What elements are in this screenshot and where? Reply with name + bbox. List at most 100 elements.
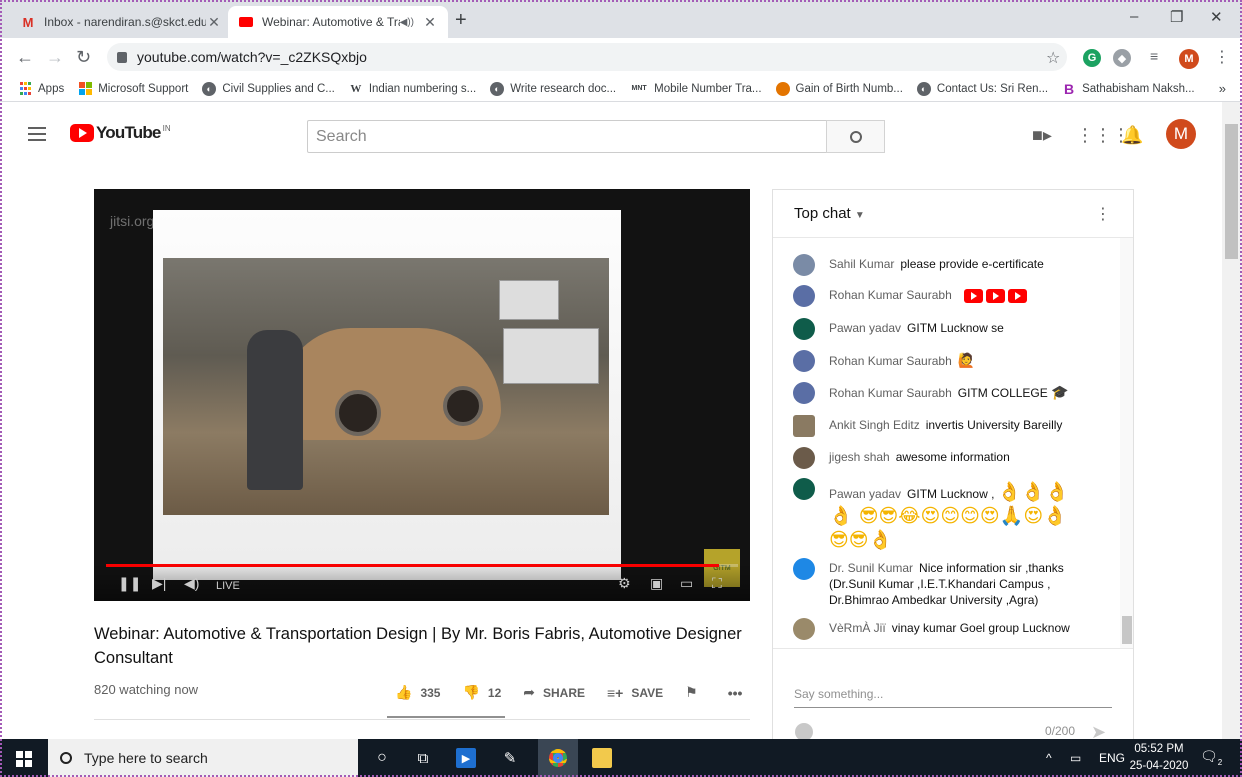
- bookmark-contact-us[interactable]: ◐ Contact Us: Sri Ren...: [916, 81, 1048, 96]
- hamburger-menu-icon[interactable]: [28, 127, 46, 141]
- more-actions-button[interactable]: •••: [728, 685, 751, 701]
- chat-author[interactable]: jigesh shah: [829, 450, 890, 464]
- account-avatar[interactable]: M: [1166, 119, 1196, 149]
- avatar[interactable]: [793, 558, 815, 580]
- report-flag-button[interactable]: ⚑: [685, 684, 706, 701]
- chat-text: GITM COLLEGE: [957, 386, 1048, 400]
- tab-youtube-webinar[interactable]: Webinar: Automotive & Tran ◀)) ✕: [228, 6, 448, 38]
- avatar[interactable]: [793, 285, 815, 307]
- chat-author[interactable]: VèRmÀ Jiï: [829, 621, 886, 635]
- avatar[interactable]: [793, 415, 815, 437]
- extension-icon[interactable]: ◆: [1113, 49, 1131, 67]
- audio-playing-icon[interactable]: ◀)): [400, 17, 414, 28]
- bookmark-civil-supplies[interactable]: ◐ Civil Supplies and C...: [202, 81, 335, 96]
- back-arrow-icon[interactable]: ←: [16, 47, 34, 68]
- chat-author[interactable]: Rohan Kumar Saurabh: [829, 354, 952, 368]
- bookmark-apps[interactable]: Apps: [18, 82, 64, 96]
- chat-author[interactable]: Sahil Kumar: [829, 257, 894, 271]
- volume-icon[interactable]: ◀): [184, 575, 199, 592]
- minimize-button[interactable]: –: [1130, 8, 1138, 25]
- chat-author[interactable]: Pawan yadav: [829, 321, 901, 335]
- avatar[interactable]: [793, 254, 815, 276]
- bookmarks-overflow-button[interactable]: »: [1219, 81, 1226, 96]
- youtube-play-icon: [70, 124, 94, 142]
- chat-author[interactable]: Dr. Sunil Kumar: [829, 561, 913, 575]
- taskbar-search-box[interactable]: Type here to search: [48, 739, 358, 777]
- bookmark-sathabisham[interactable]: B Sathabisham Naksh...: [1062, 81, 1195, 97]
- chat-message-input[interactable]: Say something...: [794, 687, 1112, 708]
- share-button[interactable]: ➦ SHARE: [523, 684, 585, 701]
- create-video-icon[interactable]: ■▸: [1032, 125, 1052, 146]
- avatar[interactable]: [793, 350, 815, 372]
- bookmark-star-icon[interactable]: ☆: [1046, 48, 1060, 68]
- chat-author[interactable]: Rohan Kumar Saurabh: [829, 386, 952, 400]
- chat-scrollbar[interactable]: [1120, 238, 1133, 648]
- task-view-icon[interactable]: ⧉: [413, 748, 433, 768]
- miniplayer-icon[interactable]: ▣: [650, 575, 663, 592]
- bookmark-gain-birth-number[interactable]: Gain of Birth Numb...: [775, 81, 903, 96]
- avatar[interactable]: [793, 478, 815, 500]
- close-tab-icon[interactable]: ✕: [422, 14, 438, 31]
- bookmark-mobile-number[interactable]: MNT Mobile Number Tra...: [630, 82, 762, 96]
- language-indicator[interactable]: ENG: [1099, 751, 1125, 765]
- store-app-icon[interactable]: ▶: [456, 748, 476, 768]
- chat-more-options-icon[interactable]: ⋮: [1095, 204, 1111, 224]
- paint-app-icon[interactable]: ✎: [500, 748, 520, 768]
- avatar[interactable]: [793, 618, 815, 640]
- bookmark-microsoft-support[interactable]: Microsoft Support: [78, 81, 188, 96]
- dislike-button[interactable]: 👎 12: [462, 684, 501, 701]
- chrome-menu-icon[interactable]: ⋮: [1214, 47, 1230, 67]
- system-clock[interactable]: 05:52 PM 25-04-2020: [1128, 741, 1190, 775]
- country-code: IN: [162, 124, 171, 133]
- like-button[interactable]: 👍 335: [395, 684, 440, 701]
- chat-author[interactable]: Ankit Singh Editz: [829, 418, 920, 432]
- chat-author[interactable]: Pawan yadav: [829, 487, 901, 501]
- theater-mode-icon[interactable]: ▭: [680, 575, 693, 592]
- file-explorer-icon[interactable]: [592, 748, 612, 768]
- profile-avatar-icon[interactable]: M: [1179, 49, 1199, 69]
- video-player[interactable]: jitsi.org GITM ❚❚ ▶| ◀) LIVE ⚙ ▣ ▭ ⛶: [94, 189, 750, 601]
- youtube-emoji-icon: [986, 288, 1006, 303]
- close-window-button[interactable]: ✕: [1210, 8, 1223, 26]
- extension-grammarly-icon[interactable]: G: [1083, 49, 1101, 67]
- save-button[interactable]: ≡+ SAVE: [607, 685, 663, 701]
- chat-text: awesome information: [895, 450, 1010, 464]
- address-bar[interactable]: youtube.com/watch?v=_c2ZKSQxbjo: [107, 43, 1067, 71]
- search-input[interactable]: Search: [307, 120, 827, 153]
- chat-mode-dropdown[interactable]: Top chat ▼: [794, 205, 865, 222]
- scrollbar-thumb[interactable]: [1225, 124, 1238, 259]
- live-badge[interactable]: LIVE: [216, 580, 240, 592]
- reading-list-icon[interactable]: ≡: [1150, 48, 1158, 64]
- chat-author[interactable]: Rohan Kumar Saurabh: [829, 288, 952, 302]
- action-center-icon[interactable]: 🗨2: [1200, 748, 1222, 767]
- tab-gmail-inbox[interactable]: M Inbox - narendiran.s@skct.edu.in ✕: [10, 6, 232, 38]
- next-icon[interactable]: ▶|: [152, 575, 166, 592]
- new-tab-button[interactable]: +: [455, 9, 467, 32]
- avatar[interactable]: [793, 447, 815, 469]
- page-scrollbar[interactable]: [1222, 102, 1242, 739]
- search-button[interactable]: [826, 120, 885, 153]
- close-tab-icon[interactable]: ✕: [206, 14, 222, 31]
- restore-button[interactable]: ❐: [1170, 8, 1183, 26]
- settings-gear-icon[interactable]: ⚙: [618, 575, 631, 592]
- reload-icon[interactable]: ↻: [76, 47, 91, 68]
- forward-arrow-icon[interactable]: →: [46, 47, 64, 68]
- cortana-icon[interactable]: ○: [372, 748, 392, 768]
- fullscreen-icon[interactable]: ⛶: [712, 575, 722, 592]
- network-icon[interactable]: ▭: [1070, 751, 1081, 765]
- chat-message-list[interactable]: Sahil Kumar please provide e-certificate …: [773, 238, 1120, 648]
- pause-icon[interactable]: ❚❚: [118, 575, 141, 592]
- chat-scrollbar-thumb[interactable]: [1122, 616, 1132, 644]
- avatar[interactable]: [793, 318, 815, 340]
- bookmark-indian-numbering[interactable]: W Indian numbering s...: [349, 82, 476, 96]
- chrome-taskbar-icon[interactable]: [538, 739, 578, 777]
- bookmark-label: Gain of Birth Numb...: [795, 82, 903, 95]
- divider: [94, 719, 750, 720]
- avatar[interactable]: [793, 382, 815, 404]
- tab-title: Webinar: Automotive & Tran: [262, 15, 400, 29]
- youtube-logo[interactable]: YouTube IN: [70, 124, 171, 142]
- show-hidden-icons-chevron[interactable]: ^: [1046, 751, 1052, 765]
- windows-start-icon[interactable]: [16, 751, 32, 767]
- notifications-bell-icon[interactable]: 🔔: [1121, 125, 1143, 146]
- bookmark-write-research[interactable]: ◐ Write research doc...: [490, 81, 616, 96]
